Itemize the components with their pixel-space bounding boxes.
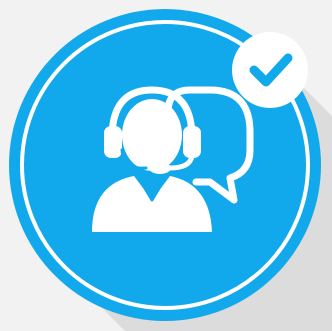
headset-right-ear: [183, 126, 201, 158]
verified-badge-circle: [232, 32, 308, 108]
agent-head: [122, 99, 182, 171]
verified-badge: [232, 32, 308, 108]
headset-mic: [149, 162, 171, 174]
support-badge: [0, 0, 332, 331]
headset-left-ear: [104, 126, 122, 158]
support-badge-graphic: [9, 9, 332, 331]
